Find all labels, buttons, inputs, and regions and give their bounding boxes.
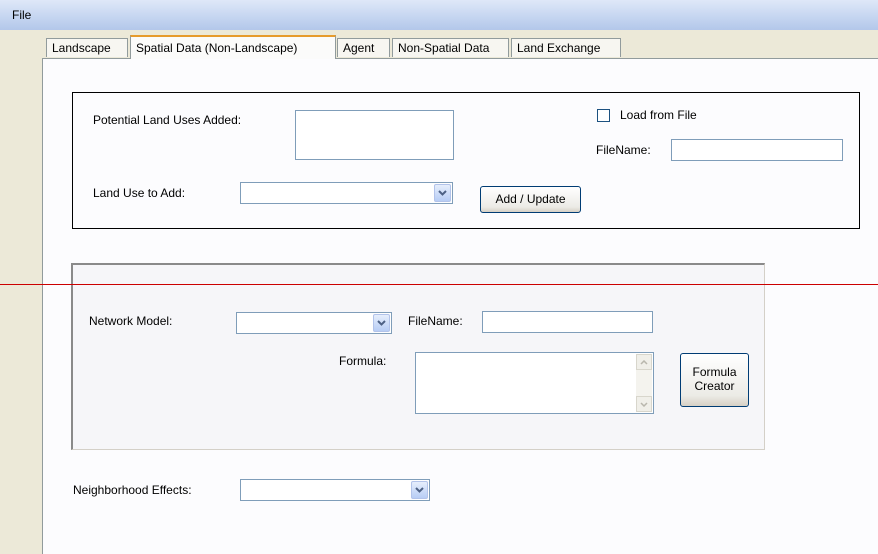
- potential-land-uses-label: Potential Land Uses Added:: [93, 113, 242, 127]
- tab-land-exchange-label: Land Exchange: [517, 41, 601, 55]
- menu-file[interactable]: File: [8, 6, 35, 24]
- formula-scrollbar[interactable]: [636, 354, 652, 412]
- formula-textarea[interactable]: [415, 352, 654, 414]
- formula-creator-button[interactable]: Formula Creator: [680, 353, 749, 407]
- neighborhood-effects-dropdown[interactable]: [240, 479, 430, 501]
- tab-landscape-label: Landscape: [52, 41, 111, 55]
- potential-land-uses-list[interactable]: [295, 110, 454, 160]
- overlay-divider-line: [0, 284, 878, 285]
- tab-non-spatial-data-label: Non-Spatial Data: [398, 41, 490, 55]
- formula-creator-label-line2: Creator: [694, 379, 735, 393]
- network-filename-input[interactable]: [482, 311, 653, 333]
- chevron-down-icon[interactable]: [373, 314, 390, 332]
- formula-label: Formula:: [339, 354, 387, 368]
- menu-bar: File: [0, 0, 878, 31]
- tab-spatial-data-label: Spatial Data (Non-Landscape): [136, 41, 298, 55]
- scroll-down-arrow-icon[interactable]: [636, 396, 652, 412]
- land-use-to-add-dropdown[interactable]: [240, 182, 453, 204]
- tab-landscape[interactable]: Landscape: [46, 38, 128, 57]
- tab-agent[interactable]: Agent: [337, 38, 390, 57]
- tab-agent-label: Agent: [343, 41, 375, 55]
- network-model-dropdown[interactable]: [236, 312, 392, 334]
- add-update-button-label: Add / Update: [495, 192, 566, 206]
- formula-creator-label-line1: Formula: [692, 365, 737, 379]
- load-from-file-label: Load from File: [620, 108, 697, 122]
- tab-spatial-data[interactable]: Spatial Data (Non-Landscape): [130, 35, 336, 59]
- tab-land-exchange[interactable]: Land Exchange: [511, 38, 621, 57]
- load-from-file-checkbox[interactable]: [597, 109, 610, 122]
- neighborhood-effects-label: Neighborhood Effects:: [73, 483, 192, 497]
- network-filename-label: FileName:: [408, 314, 463, 328]
- scroll-up-arrow-icon[interactable]: [636, 354, 652, 370]
- filename-label-top: FileName:: [596, 143, 651, 157]
- filename-input-top[interactable]: [671, 139, 843, 161]
- add-update-button[interactable]: Add / Update: [480, 186, 581, 213]
- chevron-down-icon[interactable]: [434, 184, 451, 202]
- tab-non-spatial-data[interactable]: Non-Spatial Data: [392, 38, 509, 57]
- land-use-to-add-label: Land Use to Add:: [93, 186, 186, 200]
- network-model-label: Network Model:: [89, 314, 173, 328]
- chevron-down-icon[interactable]: [411, 481, 428, 499]
